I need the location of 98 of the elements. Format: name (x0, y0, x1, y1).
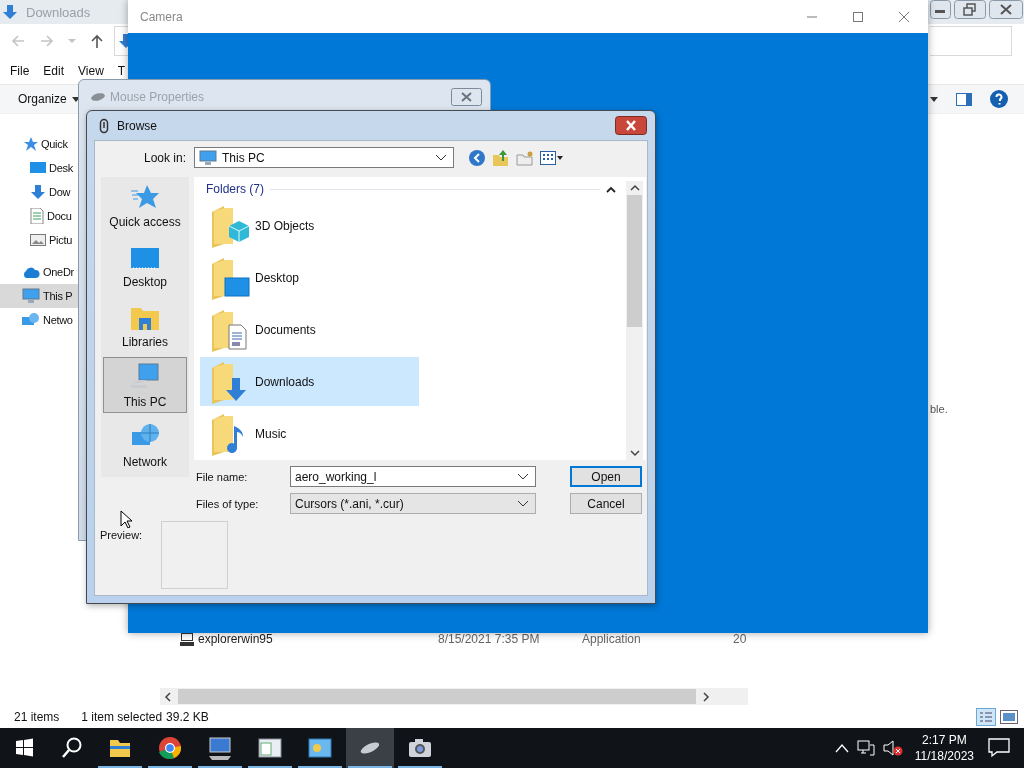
folder-monitor-icon (209, 255, 251, 300)
places-item[interactable]: Quick access (103, 177, 187, 233)
file-name-field[interactable]: aero_working_l (290, 466, 536, 487)
close-icon[interactable] (898, 10, 910, 23)
maximize-icon[interactable] (852, 10, 864, 23)
computer-icon (199, 149, 217, 166)
horizontal-scrollbar[interactable] (160, 688, 748, 705)
nav-item[interactable]: This P (0, 284, 78, 308)
mouse-icon (90, 92, 106, 102)
table-cell: 20 (733, 632, 747, 646)
vertical-scrollbar[interactable] (626, 181, 643, 460)
menu-item[interactable]: T (117, 64, 126, 78)
folder-item[interactable]: 3D Objects (200, 201, 419, 250)
nav-item[interactable]: Pictu (0, 228, 78, 252)
scrollbar-thumb[interactable] (178, 689, 696, 704)
type-cell-text: Application (582, 632, 642, 646)
tiles-view-icon[interactable] (1000, 710, 1018, 724)
minimize-button[interactable] (930, 0, 951, 19)
group-header: Folders (7) (206, 182, 264, 196)
folder-icon (130, 305, 160, 331)
folder-item[interactable]: Documents (200, 305, 419, 354)
scroll-left-icon (164, 691, 172, 702)
chevron-down-icon (517, 499, 529, 508)
scroll-down-icon (629, 450, 640, 457)
open-button[interactable]: Open (570, 466, 642, 487)
caret-icon[interactable] (930, 96, 938, 102)
paperclip-icon (99, 117, 109, 134)
preview-pane-icon[interactable] (956, 92, 972, 106)
nav-item[interactable]: Dow (0, 180, 78, 204)
look-in-dropdown[interactable]: This PC (194, 147, 454, 168)
clock-time[interactable]: 2:17 PM (922, 732, 967, 748)
chevron-up-icon[interactable] (834, 743, 849, 753)
cloud-icon (22, 266, 40, 278)
up-arrow-icon[interactable] (89, 33, 105, 49)
status-text: 21 items (14, 710, 60, 724)
scrollbar-thumb[interactable] (627, 195, 642, 327)
mouse-icon[interactable] (346, 728, 394, 768)
restore-button[interactable] (954, 0, 986, 19)
places-item[interactable]: Libraries (103, 297, 187, 353)
computer-icon (22, 288, 40, 304)
collapse-chevron-icon[interactable] (606, 185, 616, 193)
chevron-down-icon (517, 472, 529, 481)
preview-box (161, 521, 228, 589)
folder-item[interactable]: Downloads (200, 357, 419, 406)
folder-item[interactable]: Desktop (200, 253, 419, 302)
notification-icon[interactable] (988, 738, 1010, 758)
help-icon[interactable] (990, 90, 1008, 108)
network-icon (22, 312, 40, 328)
close-button[interactable] (615, 116, 647, 135)
window-title: Downloads (26, 4, 91, 20)
back-icon[interactable] (468, 148, 486, 167)
folder-cube-icon (209, 203, 251, 248)
file-name-cell[interactable]: explorerwin95 (198, 632, 438, 646)
download-arrow-icon (30, 184, 46, 200)
scroll-right-icon (702, 691, 710, 702)
window-title: Browse (117, 118, 157, 133)
places-item[interactable]: This PC (103, 357, 187, 413)
star-icon (130, 183, 160, 211)
cancel-button[interactable]: Cancel (570, 493, 642, 514)
nav-item[interactable]: Desk (0, 156, 78, 180)
monitor-icon (30, 161, 46, 175)
menu-item[interactable]: View (78, 64, 104, 78)
network-icon[interactable] (856, 740, 875, 756)
folder-item[interactable]: Music (200, 409, 419, 458)
document-icon (30, 208, 44, 224)
places-item[interactable]: Desktop (103, 237, 187, 293)
preview-label: Preview: (100, 529, 144, 543)
field-label: Look in: (142, 150, 186, 165)
content-text: ble. (930, 403, 948, 415)
muted-speaker-icon[interactable] (882, 740, 903, 756)
clock-date[interactable]: 11/18/2023 (914, 748, 974, 764)
status-text: 39.2 KB (166, 710, 209, 724)
menu-item[interactable]: File (10, 64, 30, 78)
picture-icon (30, 233, 46, 247)
window-title: Mouse Properties (110, 90, 205, 104)
menu-item[interactable]: Edit (43, 64, 65, 78)
status-text: 1 item selected (81, 710, 163, 724)
field-label: File name: (195, 470, 249, 483)
view-menu-icon[interactable] (540, 149, 564, 166)
window-title: Camera (140, 9, 183, 24)
application-icon (180, 632, 194, 646)
chevron-down-icon (435, 153, 447, 162)
field-label: Files of type: (195, 497, 260, 510)
file-type-dropdown[interactable]: Cursors (*.ani, *.cur) (290, 493, 536, 514)
places-item[interactable]: Network (103, 417, 187, 473)
download-arrow-icon (2, 4, 18, 20)
mouse-pointer-icon (120, 510, 132, 528)
date-cell-text: 8/15/2021 7:35 PM (438, 632, 541, 646)
scroll-up-icon (629, 184, 640, 191)
computer-icon (130, 363, 160, 391)
nav-item[interactable]: Docu (0, 204, 78, 228)
close-button[interactable] (989, 0, 1023, 19)
folder-up-icon[interactable] (492, 148, 510, 167)
monitor-icon (130, 247, 160, 271)
nav-item[interactable]: Netwo (0, 308, 78, 332)
nav-item[interactable]: OneDr (0, 260, 78, 284)
nav-item[interactable]: Quick (0, 132, 78, 156)
star-icon (22, 136, 38, 152)
